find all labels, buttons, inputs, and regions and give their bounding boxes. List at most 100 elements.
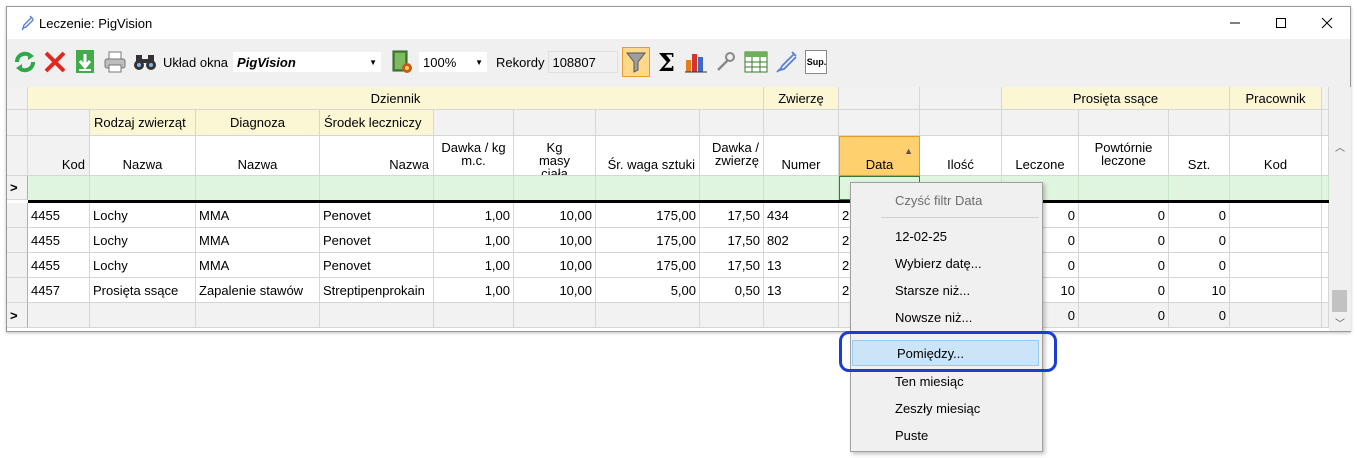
cell-dawka-kg[interactable]: 1,00 [434, 278, 514, 303]
cell-powtornie[interactable]: 0 [1079, 278, 1169, 303]
cell-sr-waga[interactable]: 5,00 [596, 278, 700, 303]
minimize-button[interactable] [1212, 7, 1258, 39]
cell-sr-waga[interactable]: 175,00 [596, 203, 700, 228]
row-header[interactable] [7, 228, 28, 253]
filter-cell-kod[interactable] [28, 176, 90, 200]
cell-dawka-kg[interactable]: 1,00 [434, 253, 514, 278]
menu-item-clear-filter[interactable]: Czyść filtr Data [851, 187, 1042, 213]
new-row-indicator[interactable]: > [7, 303, 28, 328]
filter-cell-pracownik[interactable] [1230, 176, 1322, 200]
menu-item-last-month[interactable]: Zeszły miesiąc [851, 395, 1042, 421]
cell-szt[interactable]: 0 [1169, 203, 1230, 228]
menu-item-empty[interactable]: Puste [851, 422, 1042, 448]
layout-select[interactable]: PigVision ▼ [232, 51, 383, 73]
col-header-szt[interactable]: Szt. [1169, 136, 1230, 176]
cell-szt[interactable]: 0 [1169, 303, 1230, 328]
row-header[interactable] [7, 203, 28, 228]
cell-kg-masy[interactable]: 10,00 [514, 278, 596, 303]
cell-powtornie[interactable]: 0 [1079, 303, 1169, 328]
cell-kod[interactable]: 4455 [28, 228, 90, 253]
filter-cell-dawka-kg[interactable] [434, 176, 514, 200]
export-button[interactable] [71, 47, 99, 77]
col-header-kg-masy[interactable]: Kg masy ciała [514, 136, 596, 176]
filter-cell-powtornie[interactable] [1079, 176, 1169, 200]
cell-sr-waga[interactable] [596, 303, 700, 328]
scroll-thumb[interactable] [1332, 290, 1347, 312]
cell-numer[interactable]: 434 [764, 203, 839, 228]
col-header-sr-waga[interactable]: Śr. waga sztuki [596, 136, 700, 176]
cell-srodek[interactable]: Penovet [320, 228, 434, 253]
cell-kod[interactable]: 4455 [28, 253, 90, 278]
cell-szt[interactable]: 10 [1169, 278, 1230, 303]
filter-button[interactable] [622, 47, 651, 77]
cell-prac-kod[interactable] [1230, 228, 1322, 253]
scroll-up-icon[interactable]: ︿ [1335, 139, 1345, 154]
cell-rodzaj[interactable]: Lochy [90, 203, 196, 228]
filter-cell-dawka-zw[interactable] [700, 176, 764, 200]
col-header-numer[interactable]: Numer [764, 136, 839, 176]
treatment-button[interactable] [772, 47, 800, 77]
cell-szt[interactable]: 0 [1169, 253, 1230, 278]
cell-kg-masy[interactable]: 10,00 [514, 253, 596, 278]
col-header-srodek-nazwa[interactable]: Nazwa [320, 136, 434, 176]
cell-dawka-zw[interactable]: 17,50 [700, 253, 764, 278]
col-header-rodzaj-nazwa[interactable]: Nazwa [90, 136, 196, 176]
col-header-dawka-zw[interactable]: Dawka / zwierzę [700, 136, 764, 176]
cell-prac-kod[interactable] [1230, 253, 1322, 278]
cell-srodek[interactable]: Streptipenprokain [320, 278, 434, 303]
zoom-select[interactable]: 100% ▼ [418, 51, 489, 73]
cell-powtornie[interactable]: 0 [1079, 228, 1169, 253]
menu-item-pick-date[interactable]: Wybierz datę... [851, 250, 1042, 276]
filter-cell-kg-masy[interactable] [514, 176, 596, 200]
menu-item-between[interactable]: Pomiędzy... [852, 340, 1039, 366]
cell-numer[interactable]: 802 [764, 228, 839, 253]
filter-cell-srodek[interactable] [320, 176, 434, 200]
cell-prac-kod[interactable] [1230, 303, 1322, 328]
cell-dawka-kg[interactable] [434, 303, 514, 328]
col-header-pracownik-kod[interactable]: Kod [1230, 136, 1322, 176]
cell-dawka-zw[interactable]: 0,50 [700, 278, 764, 303]
row-header[interactable] [7, 278, 28, 303]
cell-srodek[interactable] [320, 303, 434, 328]
layout-settings-button[interactable] [388, 47, 416, 77]
chart-button[interactable] [682, 47, 710, 77]
cell-numer[interactable] [764, 303, 839, 328]
cell-dawka-kg[interactable]: 1,00 [434, 203, 514, 228]
cell-diagnoza[interactable] [196, 303, 320, 328]
col-header-dawka-kg[interactable]: Dawka / kg m.c. [434, 136, 514, 176]
cell-srodek[interactable]: Penovet [320, 203, 434, 228]
cell-prac-kod[interactable] [1230, 278, 1322, 303]
cell-numer[interactable]: 13 [764, 278, 839, 303]
cell-szt[interactable]: 0 [1169, 228, 1230, 253]
cell-kg-masy[interactable]: 10,00 [514, 228, 596, 253]
cell-srodek[interactable]: Penovet [320, 253, 434, 278]
cell-sr-waga[interactable]: 175,00 [596, 253, 700, 278]
col-header-kod[interactable]: Kod [28, 136, 90, 176]
cell-diagnoza[interactable]: MMA [196, 203, 320, 228]
delete-button[interactable] [41, 47, 69, 77]
cell-kg-masy[interactable] [514, 303, 596, 328]
filter-cell-sr-waga[interactable] [596, 176, 700, 200]
menu-item-older-than[interactable]: Starsze niż... [851, 277, 1042, 303]
cell-prac-kod[interactable] [1230, 203, 1322, 228]
cell-dawka-zw[interactable] [700, 303, 764, 328]
cell-kod[interactable] [28, 303, 90, 328]
find-button[interactable] [131, 47, 159, 77]
cell-diagnoza[interactable]: Zapalenie stawów [196, 278, 320, 303]
cell-diagnoza[interactable]: MMA [196, 228, 320, 253]
vertical-scrollbar[interactable]: ︿ ﹀ [1329, 87, 1351, 331]
cell-rodzaj[interactable]: Lochy [90, 228, 196, 253]
print-button[interactable] [101, 47, 129, 77]
menu-item-this-month[interactable]: Ten miesiąc [851, 368, 1042, 394]
cell-rodzaj[interactable]: Lochy [90, 253, 196, 278]
col-header-diagnoza-nazwa[interactable]: Nazwa [196, 136, 320, 176]
filter-cell-diagnoza[interactable] [196, 176, 320, 200]
cell-dawka-zw[interactable]: 17,50 [700, 203, 764, 228]
col-header-powtornie[interactable]: Powtórnie leczone [1079, 136, 1169, 176]
cell-kod[interactable]: 4457 [28, 278, 90, 303]
row-header[interactable] [7, 253, 28, 278]
cell-kg-masy[interactable]: 10,00 [514, 203, 596, 228]
cell-dawka-zw[interactable]: 17,50 [700, 228, 764, 253]
cell-powtornie[interactable]: 0 [1079, 203, 1169, 228]
filter-cell-szt[interactable] [1169, 176, 1230, 200]
